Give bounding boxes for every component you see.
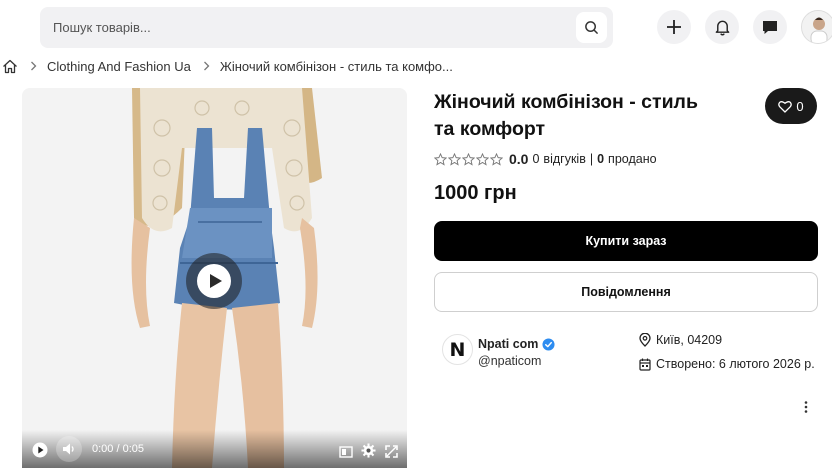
home-link[interactable] bbox=[2, 59, 18, 74]
video-time: 0:00 / 0:05 bbox=[92, 443, 144, 455]
breadcrumb-current: Жіночий комбінізон - стиль та комфо... bbox=[219, 58, 453, 74]
breadcrumb-category[interactable]: Clothing And Fashion Ua bbox=[47, 59, 191, 74]
play-button[interactable] bbox=[32, 442, 48, 458]
more-options-button[interactable] bbox=[800, 398, 812, 416]
volume-button[interactable] bbox=[56, 436, 82, 462]
star-icon bbox=[448, 152, 461, 166]
verified-icon bbox=[542, 337, 555, 351]
more-vertical-icon bbox=[804, 401, 808, 413]
sold-label: продано bbox=[608, 152, 657, 166]
star-icon bbox=[462, 152, 475, 166]
add-button[interactable] bbox=[657, 10, 691, 44]
rating-stars bbox=[434, 152, 503, 166]
product-price: 1000 грн bbox=[434, 182, 517, 204]
search-bar[interactable]: Пошук товарів... bbox=[40, 7, 613, 48]
chevron-right-icon bbox=[203, 61, 210, 71]
rating-value: 0.0 bbox=[509, 151, 529, 167]
seller-handle: @npaticom bbox=[478, 354, 542, 368]
chat-icon bbox=[763, 20, 777, 34]
volume-icon bbox=[63, 443, 74, 455]
star-icon bbox=[476, 152, 489, 166]
settings-icon bbox=[361, 443, 376, 458]
product-title-line-1: Жіночий комбінізон - стиль bbox=[434, 91, 698, 113]
subtitles-icon bbox=[339, 446, 353, 458]
seller-location: Київ, 04209 bbox=[639, 333, 722, 347]
avatar-image bbox=[802, 11, 832, 43]
location-text: Київ, 04209 bbox=[656, 333, 723, 347]
seller-name-row[interactable]: Npati com bbox=[478, 337, 555, 351]
play-icon bbox=[197, 264, 231, 298]
settings-button[interactable] bbox=[361, 443, 376, 458]
subtitles-button[interactable] bbox=[339, 446, 353, 458]
rating-row: 0.0 0 відгуків | 0 продано bbox=[434, 151, 657, 167]
plus-icon bbox=[667, 20, 681, 34]
location-pin-icon bbox=[639, 333, 651, 347]
seller-logo-letter: N bbox=[449, 338, 466, 361]
favorite-button[interactable]: 0 bbox=[765, 88, 817, 124]
breadcrumb: Clothing And Fashion Ua Жіночий комбініз… bbox=[2, 56, 453, 76]
calendar-icon bbox=[639, 358, 651, 371]
favorites-count: 0 bbox=[796, 98, 804, 114]
search-button[interactable] bbox=[576, 12, 607, 43]
user-avatar[interactable] bbox=[801, 10, 832, 44]
product-title-line-2: та комфорт bbox=[434, 118, 546, 140]
created-text: Створено: 6 лютого 2026 р. bbox=[656, 357, 815, 371]
home-icon bbox=[3, 59, 17, 73]
heart-icon bbox=[778, 100, 793, 113]
chevron-right-icon bbox=[30, 61, 37, 71]
buy-now-button[interactable]: Купити зараз bbox=[434, 221, 818, 261]
fullscreen-button[interactable] bbox=[385, 445, 398, 458]
notifications-button[interactable] bbox=[705, 10, 739, 44]
messages-button[interactable] bbox=[753, 10, 787, 44]
play-overlay-button[interactable] bbox=[186, 253, 242, 309]
product-video[interactable]: 0:00 / 0:05 bbox=[22, 88, 407, 468]
sold-count: 0 bbox=[597, 152, 605, 166]
message-button[interactable]: Повідомлення bbox=[434, 272, 818, 312]
search-icon bbox=[585, 21, 598, 34]
reviews-count: 0 bbox=[532, 152, 540, 166]
search-input[interactable]: Пошук товарів... bbox=[53, 20, 151, 35]
divider: | bbox=[589, 152, 594, 166]
seller-created-date: Створено: 6 лютого 2026 р. bbox=[639, 357, 815, 371]
star-icon bbox=[490, 152, 503, 166]
product-title: Жіночий комбінізон - стиль та комфорт bbox=[434, 89, 754, 143]
bell-icon bbox=[715, 20, 729, 36]
play-icon bbox=[32, 442, 48, 458]
reviews-link[interactable]: відгуків bbox=[543, 152, 585, 166]
star-icon bbox=[434, 152, 447, 166]
fullscreen-icon bbox=[385, 445, 398, 458]
seller-name[interactable]: Npati com bbox=[478, 337, 538, 351]
seller-logo[interactable]: N bbox=[442, 334, 473, 365]
